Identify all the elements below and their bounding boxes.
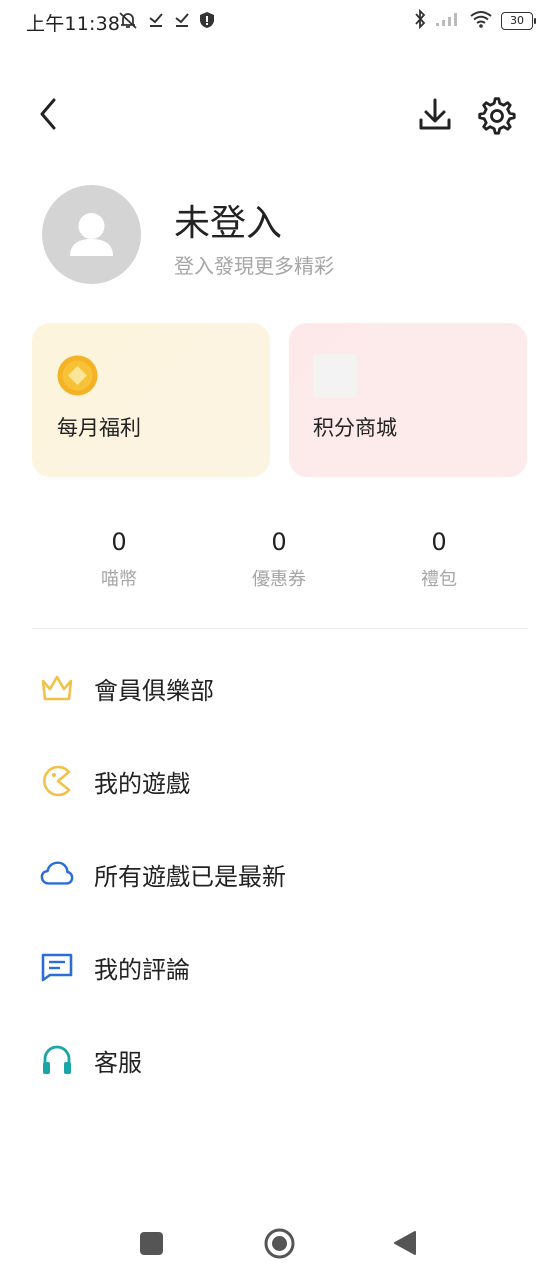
alarm-off-icon [117,10,139,34]
menu-item-updates[interactable]: 所有遊戲已是最新 [32,839,528,909]
menu-item-label: 我的遊戲 [94,769,190,798]
gear-icon [478,97,516,135]
shop-icon [313,354,357,398]
menu-item-customer-service[interactable]: 客服 [32,1025,528,1095]
menu-item-member-club[interactable]: 會員俱樂部 [32,653,528,723]
menu-item-label: 所有遊戲已是最新 [94,862,286,891]
signal-icon [435,11,461,31]
menu-item-label: 我的評論 [94,955,190,984]
login-title[interactable]: 未登入 [174,194,282,246]
coin-icon [57,355,98,396]
points-mall-label: 积分商城 [313,416,397,440]
pacman-icon [40,764,74,798]
stat-label: 喵幣 [101,569,137,590]
stat-value: 0 [431,528,447,556]
divider [32,628,528,629]
status-time: 上午11:38 [26,13,121,35]
monthly-benefits-card[interactable] [32,323,270,477]
menu-item-my-reviews[interactable]: 我的評論 [32,932,528,1002]
download-done-icon [173,11,191,33]
stat-label: 優惠券 [252,569,306,590]
comment-icon [40,950,74,984]
menu-item-label: 客服 [94,1048,142,1077]
stat-value: 0 [111,528,127,556]
recent-apps-icon[interactable] [140,1232,163,1255]
avatar[interactable] [42,185,141,284]
settings-button[interactable] [476,94,518,136]
status-left-icons [117,10,215,34]
monthly-benefits-label: 每月福利 [57,416,141,440]
back-triangle-icon[interactable] [393,1230,417,1256]
download-button[interactable] [414,94,456,136]
menu-item-my-games[interactable]: 我的遊戲 [32,746,528,816]
home-icon[interactable] [264,1228,295,1259]
bluetooth-icon [413,8,427,33]
shield-icon [199,11,215,33]
user-icon [70,213,113,256]
battery-icon: 30 [501,12,536,30]
crown-icon [40,671,74,705]
download-done-icon [147,11,165,33]
download-icon [419,98,451,130]
points-mall-card[interactable] [289,323,527,477]
stat-coins[interactable]: 0 喵幣 [39,525,199,591]
stat-value: 0 [271,528,287,556]
stat-gifts[interactable]: 0 禮包 [359,525,519,591]
login-subtitle[interactable]: 登入發現更多精彩 [174,250,334,279]
stat-label: 禮包 [421,569,457,590]
headset-icon [40,1043,74,1077]
wifi-icon [469,10,493,32]
cloud-icon [40,857,74,891]
stat-coupons[interactable]: 0 優惠券 [199,525,359,591]
back-button[interactable] [30,92,70,136]
status-right-icons: 30 [413,8,536,33]
menu-item-label: 會員俱樂部 [94,676,214,705]
back-icon [40,98,56,130]
